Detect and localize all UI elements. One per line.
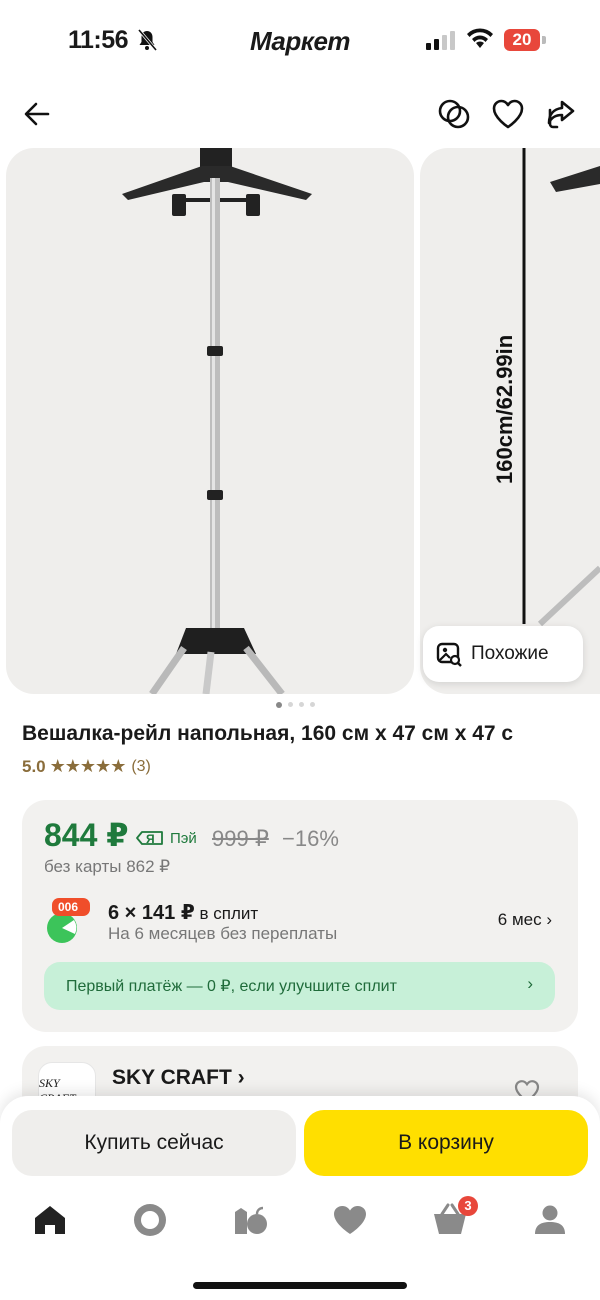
tab-alice[interactable] [130,1200,170,1240]
product-photo-2[interactable]: 160cm/62.99in [420,148,600,694]
product-rating[interactable]: 5.0 ★★★★★ (3) [22,756,151,777]
gallery-pagination [276,702,315,708]
photo-dimension-label: 160cm/62.99in [492,335,517,484]
tab-catalog[interactable] [230,1200,270,1240]
wifi-icon [467,28,493,48]
status-bar: 11:56 Маркет 20 [0,0,600,80]
rack-dimension-image: 160cm/62.99in [492,148,600,627]
alice-assistant-icon [134,1204,166,1236]
chevron-right-icon: › [527,974,533,993]
split-logo-icon: 006 [47,898,90,943]
shop-name-link[interactable]: SKY CRAFT › [112,1066,245,1090]
share-icon[interactable] [540,94,580,134]
catalog-icon [235,1206,267,1234]
add-to-cart-button[interactable]: В корзину [304,1110,588,1176]
cart-count-badge: 3 [458,1196,478,1216]
split-amount: 6 × 141 ₽ [108,902,195,924]
product-gallery[interactable]: 160cm/62.99in [0,148,600,694]
heart-icon[interactable] [488,94,528,134]
tab-profile[interactable] [530,1200,570,1240]
heart-filled-icon [334,1206,366,1234]
buy-now-button[interactable]: Купить сейчас [12,1110,296,1176]
split-installment: 6 × 141 ₽ в сплит [108,900,258,925]
compare-icon[interactable] [434,94,474,134]
price-without-card: без карты 862 ₽ [44,857,171,876]
rating-stars-icon: ★★★★★ [49,756,127,776]
product-title: Вешалка-рейл напольная, 160 см х 47 см х… [22,722,514,745]
signal-icon [426,31,455,50]
pagination-dot [288,702,293,707]
tab-home[interactable] [30,1200,70,1240]
split-banner-text: Первый платёж — 0 ₽, если улучшите сплит [66,978,397,995]
split-suffix: в сплит [194,904,259,923]
tab-favorites[interactable] [330,1200,370,1240]
split-upgrade-banner[interactable]: Первый платёж — 0 ₽, если улучшите сплит… [44,962,555,1010]
home-icon [35,1206,65,1234]
ya-pay-icon: Я [136,831,163,846]
current-price: 844 ₽ [44,817,129,853]
svg-text:Я: Я [146,832,155,846]
image-search-icon [436,642,462,667]
back-arrow-icon[interactable] [18,94,58,134]
pay-label: Пэй [170,829,197,847]
split-subtitle: На 6 месяцев без переплаты [108,924,338,943]
pay-badge[interactable]: Я Пэй [134,828,197,848]
home-indicator[interactable] [193,1282,407,1289]
pagination-dot [299,702,304,707]
similar-label: Похожие [471,643,549,664]
bottom-action-sheet: Купить сейчас В корзину 3 [0,1096,600,1300]
discount-percent: −16% [282,826,339,851]
profile-icon [535,1205,565,1234]
old-price: 999 ₽ [212,826,269,851]
product-photo-1[interactable] [6,148,414,694]
battery-cap [542,36,546,44]
battery-indicator: 20 [504,29,540,51]
review-count[interactable]: (3) [131,758,151,776]
split-term-button[interactable]: 6 мес › [498,910,552,930]
pagination-dot [310,702,315,707]
similar-button[interactable]: Похожие [423,626,583,682]
clothes-rack-image [122,148,312,694]
price-card: 844 ₽ Я Пэй 999 ₽ −16% без карты 862 ₽ 0… [22,800,578,1032]
split-logo-text: 006 [58,900,78,914]
tab-bar [0,1200,600,1246]
pagination-dot-active [276,702,282,708]
rating-value: 5.0 [22,756,46,776]
